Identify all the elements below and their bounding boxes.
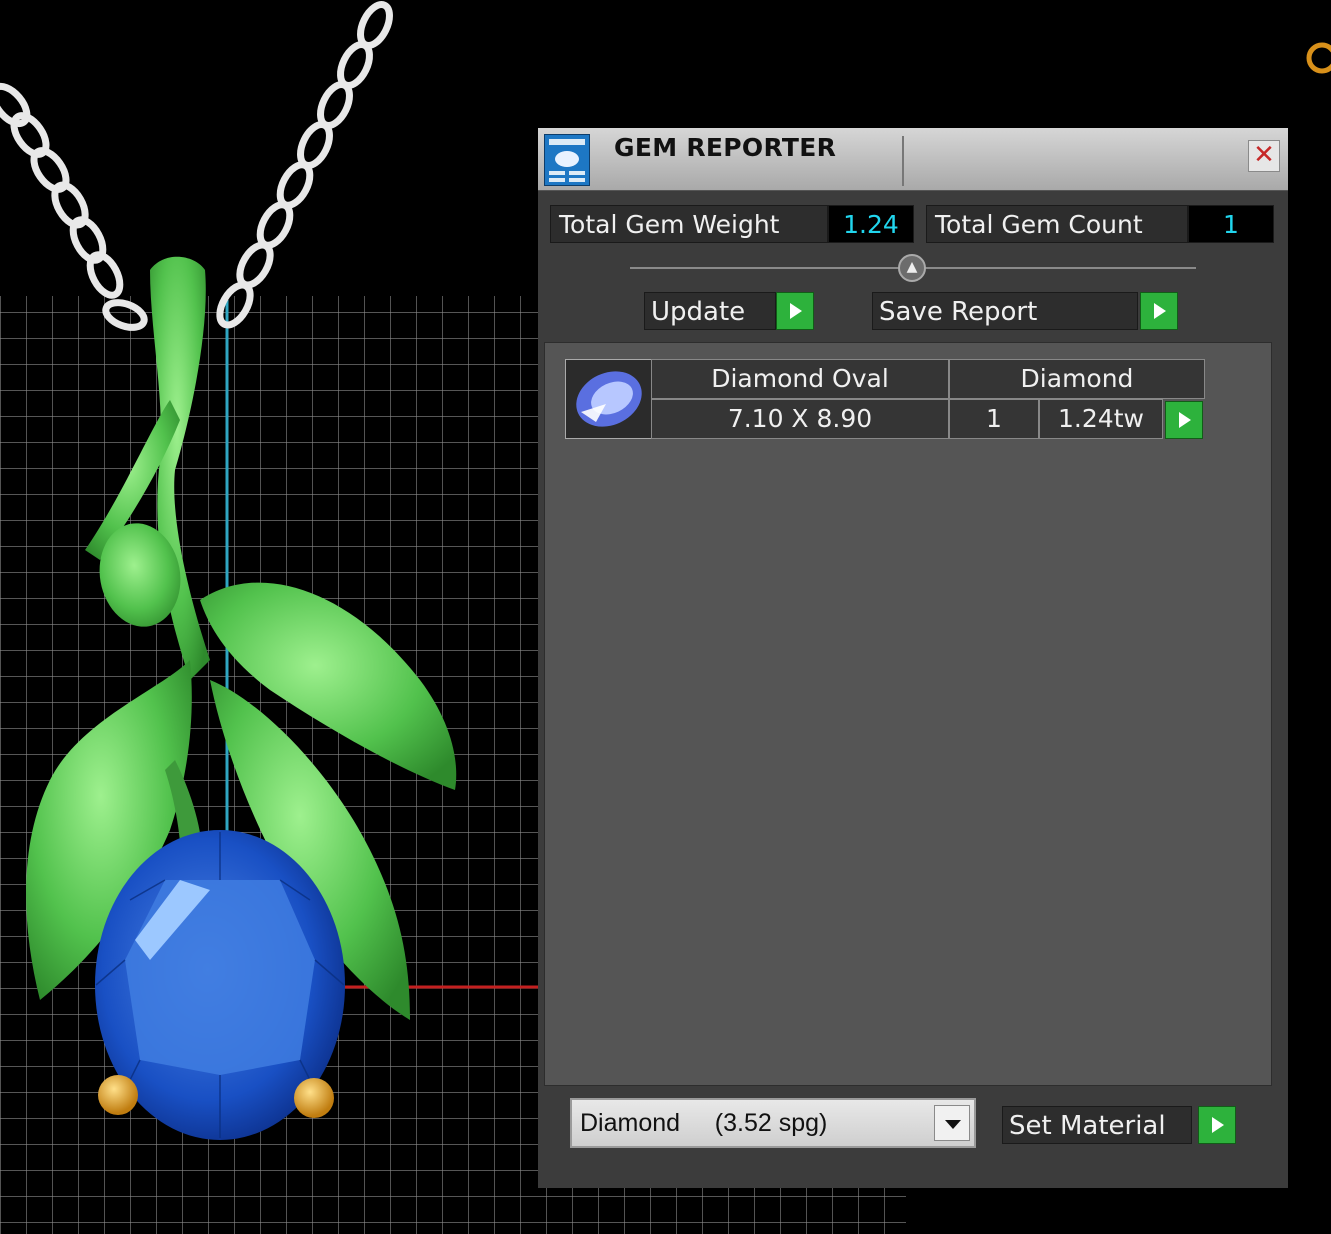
total-gem-count-label: Total Gem Count: [926, 205, 1188, 243]
save-report-go-icon[interactable]: [1140, 292, 1178, 330]
set-material-go-icon[interactable]: [1198, 1106, 1236, 1144]
close-icon[interactable]: ✕: [1248, 140, 1280, 172]
gem-reporter-icon: [544, 134, 590, 186]
material-selected: Diamond (3.52 spg): [580, 1109, 828, 1137]
gem-material: Diamond: [949, 359, 1205, 399]
gem-size: 7.10 X 8.90: [651, 399, 949, 439]
gem-count: 1: [949, 399, 1039, 439]
save-report-button[interactable]: Save Report: [872, 292, 1138, 330]
gem-list: Diamond Oval Diamond 7.10 X 8.90 1 1.24t…: [544, 342, 1272, 1086]
title-bar[interactable]: GEM REPORTER ✕: [538, 128, 1288, 191]
collapse-toggle[interactable]: ▲: [898, 254, 926, 282]
gem-weight: 1.24tw: [1039, 399, 1163, 439]
total-gem-weight-value: 1.24: [828, 205, 914, 243]
chevron-down-icon[interactable]: [934, 1105, 970, 1141]
update-button[interactable]: Update: [644, 292, 776, 330]
gem-name: Diamond Oval: [651, 359, 949, 399]
ring-icon: [1306, 42, 1331, 74]
oval-gem-icon[interactable]: [565, 359, 653, 439]
gem-reporter-panel: GEM REPORTER ✕ Total Gem Weight 1.24 Tot…: [538, 128, 1288, 1188]
title-separator: [902, 136, 904, 186]
material-dropdown[interactable]: Diamond (3.52 spg): [570, 1098, 976, 1148]
gem-go-icon[interactable]: [1165, 401, 1203, 439]
total-gem-weight-label: Total Gem Weight: [550, 205, 828, 243]
panel-title: GEM REPORTER: [614, 133, 837, 162]
set-material-button[interactable]: Set Material: [1002, 1106, 1192, 1144]
update-go-icon[interactable]: [776, 292, 814, 330]
gemstone-model: [95, 830, 345, 1140]
total-gem-count-value: 1: [1188, 205, 1274, 243]
